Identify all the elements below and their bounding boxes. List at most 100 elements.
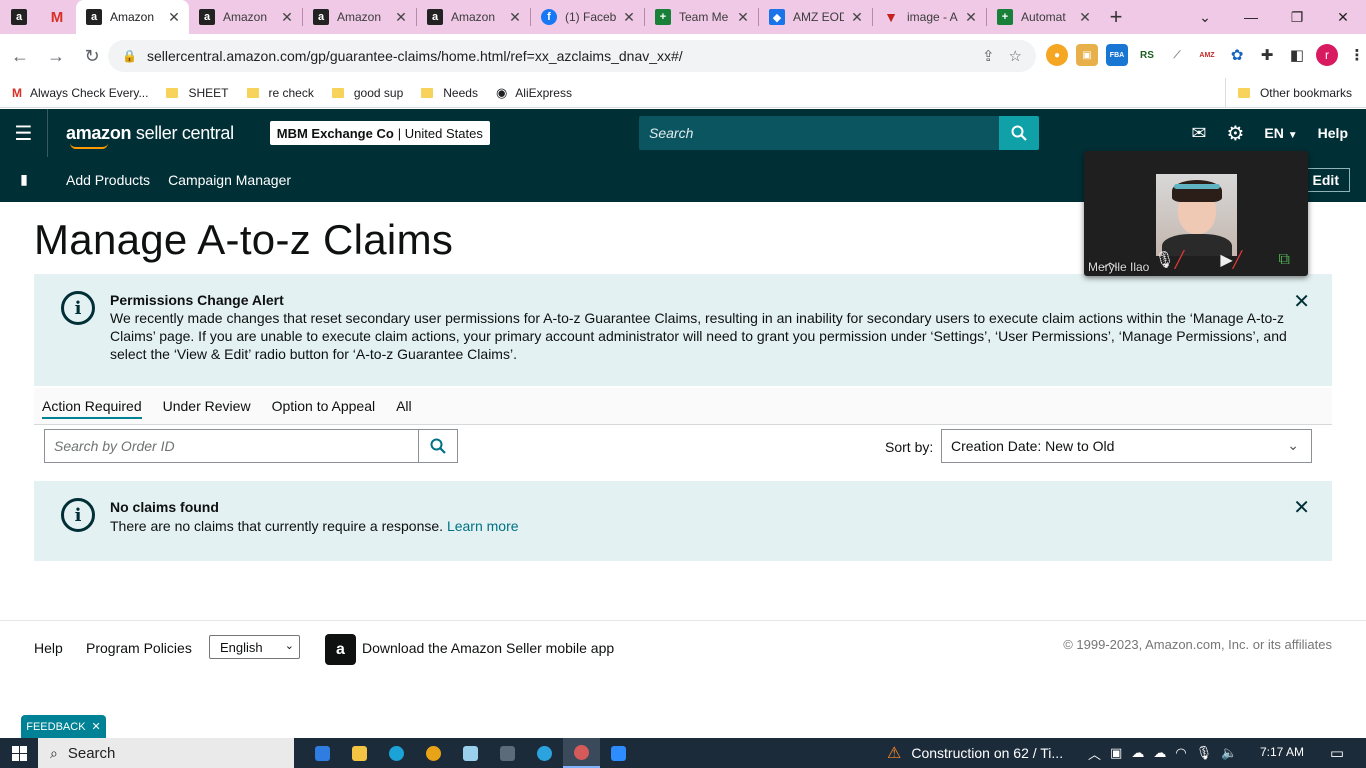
zoom-icon[interactable] — [600, 738, 637, 768]
edge-icon[interactable] — [378, 738, 415, 768]
bookmark-folder[interactable]: SHEET — [166, 86, 229, 100]
chrome-icon[interactable] — [415, 738, 452, 768]
close-icon[interactable]: ✕ — [622, 9, 636, 26]
order-search-button[interactable] — [418, 429, 458, 463]
new-tab-button[interactable]: + — [1100, 0, 1132, 34]
wifi-icon[interactable]: ◠ — [1175, 745, 1186, 761]
forward-button[interactable]: → — [40, 40, 72, 72]
bookmark-folder[interactable]: re check — [246, 86, 314, 100]
browser-tab[interactable]: ▼ image - A ✕ — [873, 0, 986, 34]
meet-icon[interactable]: ▣ — [1110, 745, 1122, 761]
store-app-icon[interactable] — [304, 738, 341, 768]
restore-icon[interactable]: ❐ — [1274, 0, 1320, 34]
chevron-up-icon[interactable]: ︿ — [1088, 744, 1101, 763]
close-icon[interactable]: ✕ — [736, 9, 750, 26]
browser-tab[interactable]: f (1) Faceb ✕ — [531, 0, 644, 34]
browser-tab-pinned-amazon[interactable]: a — [0, 0, 38, 34]
close-icon[interactable]: ✕ — [1293, 495, 1310, 520]
mic-off-icon[interactable]: 🎙╱ — [1154, 250, 1184, 270]
chrome-active-icon[interactable] — [563, 738, 600, 768]
taskbar-clock[interactable]: 7:17 AM — [1260, 745, 1304, 759]
footer-help-link[interactable]: Help — [34, 640, 63, 656]
browser-tab[interactable]: a Amazon ✕ — [189, 0, 302, 34]
windows-start-button[interactable] — [0, 738, 38, 768]
nav-item-add-products[interactable]: Add Products — [66, 172, 150, 188]
search-button[interactable] — [999, 116, 1039, 150]
popout-icon[interactable]: ⧉ — [1278, 251, 1289, 269]
browser-tab[interactable]: a Amazon ✕ — [303, 0, 416, 34]
mail-icon[interactable]: ✉ — [1191, 123, 1206, 144]
cloud-sync-icon[interactable]: ☁ — [1153, 745, 1166, 761]
account-switcher[interactable]: MBM Exchange Co | United States — [269, 121, 490, 145]
taskbar-news-widget[interactable]: ⚠ Construction on 62 / Ti... — [887, 738, 1063, 768]
learn-more-link[interactable]: Learn more — [447, 518, 519, 534]
volume-icon[interactable]: 🔈 — [1221, 745, 1237, 761]
lock-icon[interactable]: 🔒 — [122, 49, 137, 63]
camera-off-icon[interactable]: ▶╱ — [1220, 250, 1242, 270]
close-icon[interactable]: ✕ — [850, 9, 864, 26]
close-window-icon[interactable]: ✕ — [1320, 0, 1366, 34]
file-explorer-icon[interactable] — [341, 738, 378, 768]
header-search-input[interactable]: Search — [639, 116, 999, 150]
other-bookmarks[interactable]: Other bookmarks — [1224, 78, 1352, 108]
gear-icon[interactable]: ⚙ — [1226, 121, 1244, 146]
notification-icon[interactable]: ▭ — [1330, 744, 1344, 762]
bookmark-item[interactable]: M Always Check Every... — [12, 86, 148, 100]
extension-icon[interactable]: ▣ — [1076, 44, 1098, 66]
cloud-icon[interactable]: ☁ — [1131, 745, 1144, 761]
menu-kebab-icon[interactable]: ⋮ — [1346, 44, 1366, 66]
bookmark-folder[interactable]: Needs — [421, 86, 478, 100]
footer-program-policies-link[interactable]: Program Policies — [86, 640, 192, 656]
browser-tab[interactable]: a Amazon ✕ — [417, 0, 530, 34]
close-icon[interactable]: ✕ — [964, 9, 978, 26]
edit-nav-button[interactable]: Edit — [1301, 168, 1350, 192]
address-bar[interactable]: 🔒 sellercentral.amazon.com/gp/guarantee-… — [108, 40, 1036, 72]
extension-icon[interactable]: ✿ — [1226, 44, 1248, 66]
notepad-icon[interactable] — [452, 738, 489, 768]
minimize-icon[interactable]: — — [1228, 0, 1274, 34]
order-id-search-input[interactable]: Search by Order ID — [44, 429, 418, 463]
close-icon[interactable]: ✕ — [92, 720, 101, 733]
browser-tab[interactable]: ◆ AMZ EOD ✕ — [759, 0, 872, 34]
puzzle-icon[interactable]: ✚ — [1256, 44, 1278, 66]
bookmark-item[interactable]: ◉ AliExpress — [496, 85, 572, 101]
fba-extension-icon[interactable]: FBA — [1106, 44, 1128, 66]
language-selector[interactable]: EN ▼ — [1264, 125, 1297, 141]
profile-avatar[interactable]: r — [1316, 44, 1338, 66]
app-download-link[interactable]: Download the Amazon Seller mobile app — [362, 640, 614, 656]
hamburger-menu-icon[interactable]: ☰ — [0, 109, 48, 157]
bookmark-folder[interactable]: good sup — [331, 86, 403, 100]
microphone-icon[interactable]: 🎙 — [1196, 745, 1213, 761]
close-icon[interactable]: ✕ — [167, 9, 181, 26]
extension-icon[interactable]: ● — [1046, 44, 1068, 66]
extension-icon[interactable]: ⟋ — [1166, 44, 1188, 66]
rs-extension-icon[interactable]: RS — [1136, 44, 1158, 66]
back-button[interactable]: ← — [4, 40, 36, 72]
help-link[interactable]: Help — [1318, 125, 1348, 141]
tab-under-review[interactable]: Under Review — [163, 388, 251, 425]
share-icon[interactable]: ⇪ — [982, 47, 995, 65]
close-icon[interactable]: ✕ — [1078, 9, 1092, 26]
bookmark-icon[interactable]: ▮ — [0, 171, 48, 188]
side-panel-icon[interactable]: ◧ — [1286, 44, 1308, 66]
close-icon[interactable]: ✕ — [394, 9, 408, 26]
close-icon[interactable]: ✕ — [508, 9, 522, 26]
tab-search-icon[interactable]: ⌄ — [1182, 0, 1228, 34]
browser-tab[interactable]: + Team Me ✕ — [645, 0, 758, 34]
tab-action-required[interactable]: Action Required — [42, 388, 142, 425]
extension-icon[interactable]: AMZ — [1196, 44, 1218, 66]
close-icon[interactable]: ✕ — [280, 9, 294, 26]
browser-tab-active[interactable]: a Amazon ✕ — [76, 0, 189, 34]
amazon-app-icon[interactable]: a — [325, 634, 356, 665]
browser-tab-pinned-gmail[interactable]: M — [38, 0, 76, 34]
reload-button[interactable]: ↻ — [76, 40, 108, 72]
tab-option-to-appeal[interactable]: Option to Appeal — [272, 388, 376, 425]
sort-select[interactable]: Creation Date: New to Old ⌄ — [941, 429, 1312, 463]
telegram-icon[interactable] — [526, 738, 563, 768]
seller-central-logo[interactable]: amazon seller central — [66, 123, 234, 149]
calculator-icon[interactable] — [489, 738, 526, 768]
bookmark-star-icon[interactable]: ☆ — [1009, 47, 1022, 65]
close-icon[interactable]: ✕ — [1293, 289, 1310, 314]
browser-tab[interactable]: + Automat ✕ — [987, 0, 1100, 34]
tab-all[interactable]: All — [396, 388, 412, 425]
